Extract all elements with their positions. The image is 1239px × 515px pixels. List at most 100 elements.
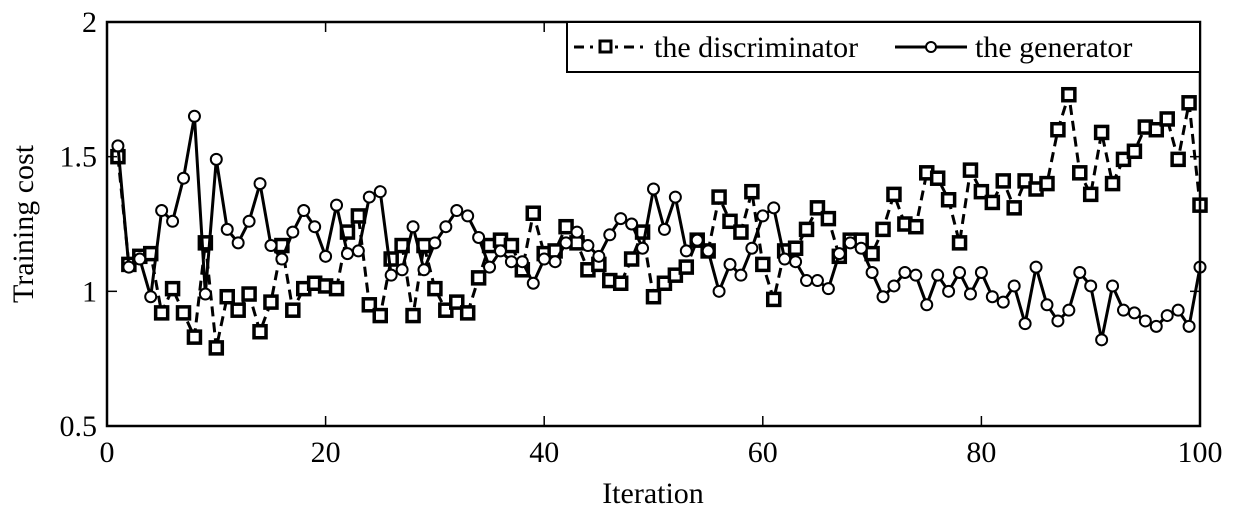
generator-point (286, 225, 300, 239)
discriminator-point (820, 210, 837, 227)
legend: the discriminator the generator (566, 21, 1201, 73)
discriminator-point (733, 224, 749, 240)
generator-point (417, 263, 431, 277)
series-the-discriminator (110, 86, 1208, 356)
legend-generator-label: the generator (975, 31, 1132, 64)
generator-point (1051, 314, 1065, 328)
x-axis-label: Iteration (602, 477, 704, 510)
generator-point (1116, 303, 1130, 317)
discriminator-point (1006, 200, 1022, 216)
plot-frame (105, 20, 1202, 428)
discriminator-point (470, 270, 487, 286)
discriminator-point (940, 192, 957, 208)
generator-point (450, 204, 464, 218)
discriminator-point (241, 286, 257, 302)
generator-point (439, 220, 453, 234)
discriminator-point (623, 251, 640, 267)
generator-point (1073, 265, 1087, 279)
discriminator-point (1170, 151, 1186, 168)
series-layer (110, 86, 1208, 356)
discriminator-point (230, 302, 246, 318)
generator-point (614, 212, 628, 226)
generator-point (319, 249, 333, 263)
generator-point (581, 239, 595, 253)
generator-point (1171, 303, 1185, 317)
generator-point (679, 244, 693, 258)
discriminator-point (995, 173, 1012, 189)
discriminator-point (1061, 86, 1077, 103)
generator-point (231, 236, 245, 250)
generator-point (767, 201, 781, 215)
y-tick-label: 0.5 (60, 410, 98, 443)
discriminator-point (153, 305, 170, 321)
discriminator-point (678, 259, 695, 275)
generator-point (526, 276, 540, 290)
discriminator-point (612, 275, 629, 292)
generator-point (308, 220, 322, 234)
x-tick-label: 20 (311, 436, 341, 469)
discriminator-point (383, 251, 399, 267)
generator-point (810, 274, 824, 288)
discriminator-point (252, 323, 268, 340)
discriminator-point (1159, 111, 1175, 127)
generator-point (428, 236, 442, 250)
discriminator-point (908, 218, 924, 235)
generator-point (155, 204, 169, 218)
discriminator-point (886, 186, 902, 203)
generator-point (351, 244, 365, 258)
generator-point (122, 260, 136, 274)
generator-point (559, 236, 573, 250)
generator-point (636, 241, 650, 255)
generator-point (297, 204, 311, 218)
discriminator-point (1093, 124, 1110, 141)
generator-point (953, 265, 967, 279)
discriminator-point (645, 288, 662, 305)
y-tick-label: 1 (82, 275, 97, 308)
generator-point (887, 279, 901, 293)
generator-point (144, 290, 158, 304)
generator-point (406, 220, 420, 234)
generator-point (909, 268, 923, 282)
generator-point (111, 139, 125, 153)
generator-point (1084, 279, 1098, 293)
generator-point (876, 290, 890, 304)
discriminator-point (1039, 175, 1055, 192)
generator-point (854, 241, 868, 255)
generator-point (985, 290, 999, 304)
generator-point (592, 249, 606, 263)
generator-point (821, 282, 835, 296)
discriminator-point (962, 162, 979, 178)
discriminator-point (1181, 95, 1197, 111)
discriminator-point (427, 280, 443, 297)
generator-point (712, 284, 726, 298)
discriminator-point (208, 340, 225, 356)
generator-point (1182, 319, 1196, 333)
generator-point (789, 255, 803, 269)
generator-point (166, 214, 180, 228)
x-tick-label: 60 (748, 436, 778, 469)
generator-point (843, 236, 857, 250)
generator-point (1007, 279, 1021, 293)
discriminator-point (186, 329, 203, 345)
generator-point (264, 239, 278, 253)
generator-point (734, 268, 748, 282)
x-tick-label: 0 (100, 436, 115, 469)
generator-point (931, 268, 945, 282)
discriminator-point (285, 302, 301, 318)
discriminator-point (787, 240, 804, 256)
generator-point (472, 230, 486, 244)
legend-generator-marker (925, 41, 937, 53)
generator-point (625, 217, 639, 231)
discriminator-point (164, 280, 181, 297)
training-cost-chart: 0 20 40 60 80 100 0.5 1 1.5 2 Iteration Training … (7, 6, 1223, 510)
discriminator-point (951, 235, 968, 251)
generator-point (942, 284, 956, 298)
x-tick-label: 40 (529, 436, 559, 469)
discriminator-point (744, 183, 760, 200)
generator-point (537, 252, 551, 266)
generator-point (275, 252, 289, 266)
generator-point (373, 185, 387, 199)
generator-point (340, 247, 354, 261)
discriminator-point (798, 221, 815, 238)
discriminator-point (405, 307, 421, 324)
